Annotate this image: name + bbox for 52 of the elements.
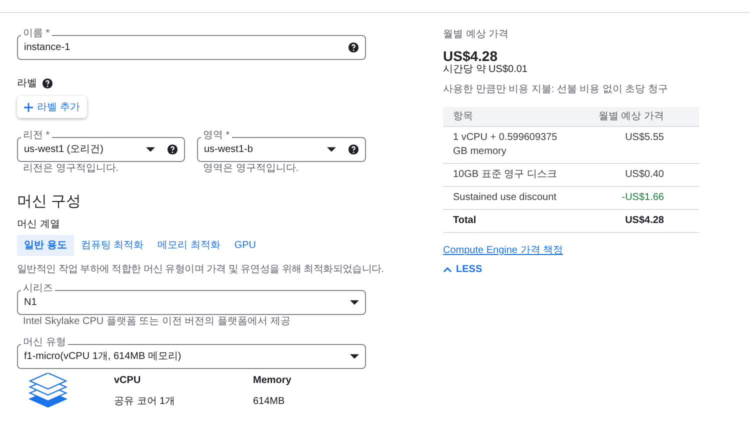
- less-button[interactable]: LESS: [443, 262, 482, 277]
- pricing-link[interactable]: Compute Engine 가격 책정: [443, 243, 564, 258]
- help-icon[interactable]: [348, 42, 359, 53]
- field-label: 리전 *: [21, 130, 52, 142]
- labels-title: 라벨: [17, 77, 37, 91]
- field-value: N1: [24, 296, 38, 310]
- hint-text: 영역은 영구적입니다.: [203, 163, 300, 175]
- tab[interactable]: GPU: [227, 235, 264, 256]
- add-label-button[interactable]: 라벨 추가: [17, 96, 87, 118]
- field-label: 시리즈: [21, 283, 55, 295]
- description-text: 일반적인 작업 부하에 적합한 머신 유형이며 가격 및 유연성을 위해 최적화되었습니다.: [17, 263, 384, 277]
- table-cell-text: 10GB 표준 영구 디스크: [453, 168, 558, 182]
- tab[interactable]: 메모리 최적화: [150, 235, 228, 256]
- caret-icon: [350, 300, 359, 305]
- table-cell-text: Sustained use discount: [453, 191, 558, 205]
- field-value: instance-1: [24, 41, 72, 55]
- hint-text: 리전은 영구적입니다.: [23, 163, 120, 175]
- caret-icon: [327, 147, 336, 152]
- section-title: 머신 구성: [17, 193, 82, 211]
- chevron-up-icon: [443, 266, 452, 272]
- table-cell-text: US$5.55: [624, 131, 664, 145]
- field-value: us-west1-b: [204, 143, 254, 157]
- caret-icon: [146, 147, 155, 152]
- tab[interactable]: 컴퓨팅 최적화: [74, 235, 151, 256]
- help-icon[interactable]: [348, 144, 359, 155]
- column-header: 월별 예상 가격: [598, 110, 664, 124]
- hourly-estimate: 시간당 약 US$0.01: [443, 64, 528, 76]
- spec-heading: Memory: [253, 374, 292, 388]
- price-title: 월별 예상 가격: [443, 28, 510, 42]
- field-label: 머신 계열: [17, 218, 61, 232]
- table-cell-text: -US$1.66: [620, 191, 664, 205]
- billing-note: 사용한 만큼만 비용 지불: 선불 비용 없이 초당 청구: [443, 83, 670, 97]
- caret-icon: [350, 354, 359, 359]
- monthly-total: US$4.28: [443, 48, 498, 64]
- column-header: 항목: [453, 110, 474, 124]
- table-cell-text: US$4.28: [624, 214, 664, 228]
- spec-value: 공유 코어 1개: [114, 395, 176, 409]
- hint-text: Intel Skylake CPU 플랫폼 또는 이전 버전의 플랫폼에서 제공: [23, 316, 292, 328]
- help-icon[interactable]: [167, 144, 178, 155]
- spec-value: 614MB: [253, 395, 286, 409]
- table-cell-text: US$0.40: [624, 168, 664, 182]
- spec-heading: vCPU: [114, 374, 142, 388]
- field-label: 머신 유형: [21, 337, 68, 349]
- help-icon[interactable]: [42, 78, 53, 89]
- tab[interactable]: 일반 용도: [17, 235, 74, 256]
- table-cell-text: Total: [453, 214, 478, 228]
- plus-icon: [24, 102, 33, 112]
- field-label: 이름 *: [21, 28, 52, 40]
- table-cell-text: 1 vCPU + 0.599609375 GB memory: [453, 131, 558, 159]
- field-label: 영역 *: [201, 130, 232, 142]
- field-value: f1-micro(vCPU 1개, 614MB 메모리): [24, 350, 182, 364]
- field-value: us-west1 (오리건): [24, 143, 104, 157]
